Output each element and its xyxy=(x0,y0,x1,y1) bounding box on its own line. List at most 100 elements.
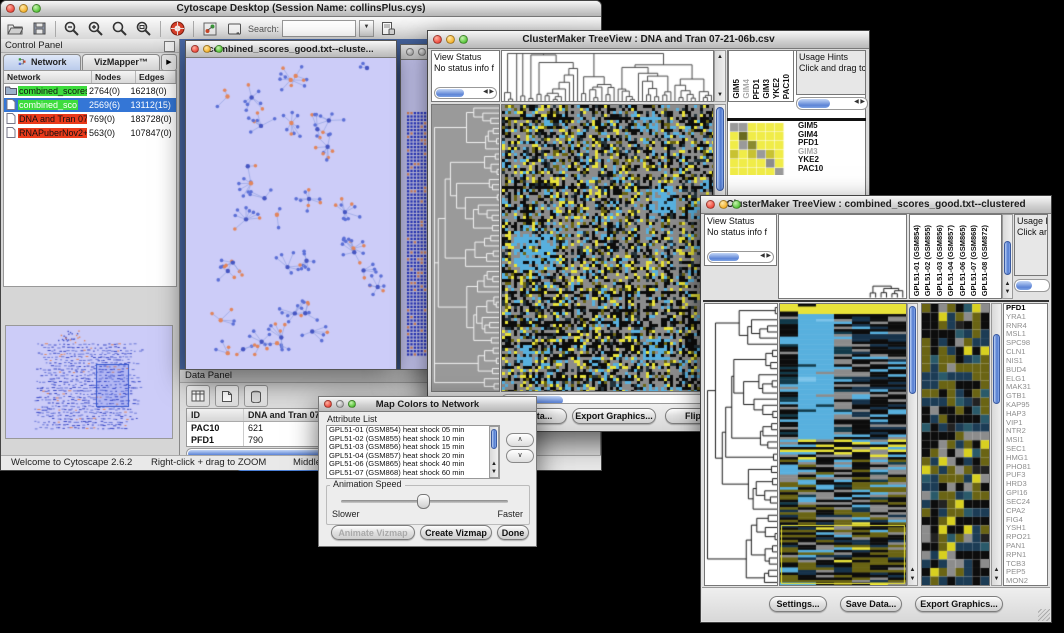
network-canvas[interactable] xyxy=(186,58,394,368)
gene-label[interactable]: MON2 xyxy=(1004,577,1047,586)
settings-button[interactable]: Settings... xyxy=(769,596,827,612)
tv1-zoom-matrix[interactable] xyxy=(729,122,785,175)
tv2-labels-scrollbar[interactable]: ▲▼ xyxy=(1002,214,1013,299)
tv2-heatmap[interactable] xyxy=(779,303,907,586)
search-dropdown-arrow[interactable]: ▼ xyxy=(359,20,374,37)
tv1-column-dendrogram[interactable] xyxy=(501,50,714,102)
tv2-zoom-scrollbar[interactable]: ▲▼ xyxy=(991,303,1002,586)
close-icon[interactable] xyxy=(191,45,199,53)
birdseye-view[interactable] xyxy=(5,325,173,439)
delete-attribute-trash-icon[interactable] xyxy=(244,385,268,407)
zoom-window-icon[interactable] xyxy=(348,400,356,408)
tab-overflow-arrow[interactable]: ▶ xyxy=(161,54,177,71)
tv2-column-dendrogram-canvas[interactable] xyxy=(779,215,906,298)
tv2-zoom-heatmap-canvas[interactable] xyxy=(922,304,989,585)
tv1-heatmap[interactable] xyxy=(501,104,714,392)
close-icon[interactable] xyxy=(324,400,332,408)
attribute-list[interactable]: GPL51-01 (GSM854) heat shock 05 minGPL51… xyxy=(326,425,500,479)
column-label[interactable]: GIM4 xyxy=(742,79,751,99)
help-lifering-icon[interactable] xyxy=(167,19,187,38)
tv1-row-dendrogram[interactable] xyxy=(431,104,500,392)
column-label[interactable]: GPL51-04 (GSM857) xyxy=(946,225,955,296)
column-label[interactable]: GPL51-06 (GSM865) xyxy=(958,225,967,296)
create-vizmap-button[interactable]: Create Vizmap xyxy=(420,525,492,540)
tv1-top-scrollbar[interactable]: ▲▼ xyxy=(714,50,726,102)
tv2-row-dendrogram-canvas[interactable] xyxy=(705,304,777,585)
zoom-out-icon[interactable] xyxy=(62,19,82,38)
column-label[interactable]: GIM5 xyxy=(732,79,741,99)
tv2-heatmap-canvas[interactable] xyxy=(780,304,906,585)
zoom-window-icon[interactable] xyxy=(215,45,223,53)
network-tree-row[interactable]: DNA and Tran 07769(0)183728(0) xyxy=(4,112,176,126)
vizmapper-icon[interactable] xyxy=(200,19,220,38)
tv1-status-scrollbar[interactable]: ◀ ▶ xyxy=(434,87,497,99)
attribute-scroll-thumb[interactable] xyxy=(491,429,497,449)
column-label[interactable]: YKE2 xyxy=(772,78,781,99)
zoom-window-icon[interactable] xyxy=(732,200,741,209)
minimize-icon[interactable] xyxy=(418,48,426,56)
net1-titlebar[interactable]: combined_scores_good.txt--cluste... xyxy=(186,41,396,58)
move-up-button[interactable]: ∧ xyxy=(506,433,534,447)
tv1-zoom-matrix-canvas[interactable] xyxy=(729,122,785,175)
float-panel-icon[interactable] xyxy=(164,41,175,52)
tv1-vscroll-thumb[interactable] xyxy=(716,107,724,191)
tv1-hints-scrollbar[interactable]: ◀ ▶ xyxy=(796,97,868,110)
network-tree-row[interactable]: RNAPuberNov2+563(0)107847(0) xyxy=(4,126,176,140)
tv2-zoom-heatmap[interactable] xyxy=(921,303,990,586)
column-label[interactable]: GPL51-08 (GSM872) xyxy=(980,225,989,296)
minimize-icon[interactable] xyxy=(19,4,28,13)
column-label[interactable]: PAC10 xyxy=(782,74,791,99)
close-icon[interactable] xyxy=(6,4,15,13)
export-graphics-button[interactable]: Export Graphics... xyxy=(915,596,1003,612)
close-icon[interactable] xyxy=(406,48,414,56)
zoom-selected-icon[interactable] xyxy=(134,19,154,38)
tv1-column-dendrogram-canvas[interactable] xyxy=(502,51,713,101)
animation-speed-slider-thumb[interactable] xyxy=(417,494,430,509)
tv2-vscrollbar[interactable]: ▲▼ xyxy=(907,303,918,586)
zoom-in-icon[interactable] xyxy=(86,19,106,38)
resize-grip[interactable] xyxy=(1038,609,1050,621)
column-label[interactable]: GPL51-07 (GSM868) xyxy=(969,225,978,296)
tv2-row-dendrogram[interactable] xyxy=(704,303,778,586)
minimize-icon[interactable] xyxy=(336,400,344,408)
col-header-network[interactable]: Network xyxy=(4,71,92,83)
animate-vizmap-button[interactable]: Animate Vizmap xyxy=(331,525,415,540)
zoom-fit-icon[interactable] xyxy=(110,19,130,38)
minimize-icon[interactable] xyxy=(719,200,728,209)
close-icon[interactable] xyxy=(433,35,442,44)
new-attribute-icon[interactable] xyxy=(215,385,239,407)
report-icon[interactable] xyxy=(378,19,398,38)
save-data-button[interactable]: Save Data... xyxy=(840,596,902,612)
attribute-list-scrollbar[interactable]: ▲▼ xyxy=(489,426,499,478)
search-input[interactable] xyxy=(282,20,356,37)
column-label[interactable]: GPL51-01 (GSM854) xyxy=(912,225,921,296)
column-label[interactable]: PFD1 xyxy=(752,79,761,99)
minimize-icon[interactable] xyxy=(203,45,211,53)
annotation-icon[interactable] xyxy=(224,19,244,38)
tv2-status-scrollbar[interactable]: ◀ ▶ xyxy=(707,251,774,263)
tv2-labels-scroll-thumb[interactable] xyxy=(1004,241,1011,275)
tab-vizmapper[interactable]: VizMapper™ xyxy=(82,54,160,71)
tv2-zoom-scroll-thumb[interactable] xyxy=(993,334,1000,404)
done-button[interactable]: Done xyxy=(497,525,529,540)
col-header-id[interactable]: ID xyxy=(187,409,244,421)
birdseye-canvas[interactable] xyxy=(6,326,172,436)
column-label[interactable]: GIM3 xyxy=(762,79,771,99)
col-header-nodes[interactable]: Nodes xyxy=(92,71,136,83)
minimize-icon[interactable] xyxy=(446,35,455,44)
main-titlebar[interactable]: Cytoscape Desktop (Session Name: collins… xyxy=(1,1,601,17)
network-tree-row[interactable]: combined_scores2764(0)16218(0) xyxy=(4,84,176,98)
column-label[interactable]: GPL51-02 (GSM855) xyxy=(923,225,932,296)
tab-network[interactable]: Network xyxy=(3,54,81,71)
export-graphics-button[interactable]: Export Graphics... xyxy=(572,408,656,424)
save-button[interactable] xyxy=(29,19,49,38)
tv1-titlebar[interactable]: ClusterMaker TreeView : DNA and Tran 07-… xyxy=(428,31,869,49)
col-header-edges[interactable]: Edges xyxy=(136,71,176,83)
close-icon[interactable] xyxy=(706,200,715,209)
column-label[interactable]: GPL51-03 (GSM856) xyxy=(935,225,944,296)
dialog-titlebar[interactable]: Map Colors to Network xyxy=(319,397,536,412)
row-label[interactable]: PAC10 xyxy=(796,165,858,174)
tv1-heatmap-canvas[interactable] xyxy=(502,105,713,391)
tv2-column-dendrogram[interactable] xyxy=(778,214,907,299)
zoom-window-icon[interactable] xyxy=(459,35,468,44)
